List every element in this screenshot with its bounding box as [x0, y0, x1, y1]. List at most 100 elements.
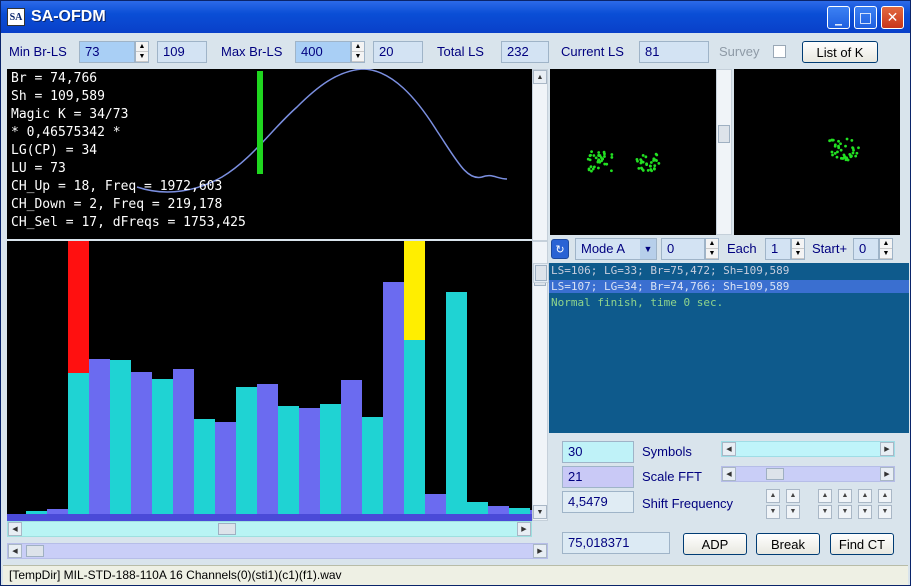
constellation-point — [603, 152, 606, 156]
scale-fft-slider[interactable]: ◀ ▶ — [721, 466, 895, 482]
constellation-point — [845, 137, 849, 141]
log-vscroll-thumb[interactable] — [535, 265, 547, 281]
constellation-point — [857, 146, 860, 150]
bar — [404, 340, 425, 514]
shift-spinner-3[interactable]: ▲ ▼ — [818, 489, 832, 519]
title-bar[interactable]: SA SA-OFDM _ □ ✕ — [1, 1, 910, 33]
constellation-point — [639, 161, 643, 165]
shift-frequency-value[interactable]: 4,5479 — [562, 491, 634, 513]
survey-checkbox[interactable] — [773, 45, 786, 58]
constellation-vscroll-thumb[interactable] — [718, 125, 730, 143]
bar — [341, 380, 362, 514]
bar-cap — [68, 241, 89, 373]
scroll-left-icon[interactable]: ◀ — [722, 442, 736, 456]
scroll-right-icon[interactable]: ▶ — [880, 467, 894, 481]
chart-hscroll-thumb-2[interactable] — [26, 545, 44, 557]
spectrum-vscroll[interactable]: ▲ — [532, 69, 548, 241]
constellation-point — [641, 169, 645, 172]
break-button[interactable]: Break — [756, 533, 820, 555]
log-line-finish: Normal finish, time 0 sec. — [551, 296, 724, 309]
window-title: SA-OFDM — [31, 8, 106, 25]
each-spinner[interactable]: ▲ ▼ — [791, 238, 805, 260]
start-label: Start+ — [812, 241, 848, 256]
constellation-point — [610, 155, 614, 159]
shift-spinner-5[interactable]: ▲ ▼ — [858, 489, 872, 519]
total-ls-value: 232 — [501, 41, 549, 63]
constellation-point — [641, 153, 645, 157]
constellation-point — [592, 154, 596, 157]
maximize-button[interactable]: □ — [854, 6, 877, 29]
constellation-point — [653, 167, 656, 171]
minimize-button[interactable]: _ — [827, 6, 850, 29]
constellation-point — [844, 158, 848, 162]
adp-button[interactable]: ADP — [683, 533, 747, 555]
bar — [110, 360, 131, 514]
symbols-label: Symbols — [642, 444, 692, 459]
bar — [68, 373, 89, 514]
scroll-down-icon[interactable]: ▼ — [533, 505, 547, 519]
chart-hscroll-thumb[interactable] — [218, 523, 236, 535]
each-input[interactable]: 1 — [765, 238, 791, 260]
main-window: SA SA-OFDM _ □ ✕ Min Br-LS 73 ▲ ▼ 109 Max… — [0, 0, 911, 586]
constellation-point — [839, 148, 843, 152]
constellation-point — [836, 150, 839, 154]
chart-hscroll-cyan[interactable]: ◀ ▶ — [7, 521, 532, 537]
scroll-left-icon[interactable]: ◀ — [722, 467, 736, 481]
constellation-point — [655, 153, 659, 157]
start-spinner[interactable]: ▲ ▼ — [879, 238, 893, 260]
shift-spinner-6[interactable]: ▲ ▼ — [878, 489, 892, 519]
close-button[interactable]: ✕ — [881, 6, 904, 29]
constellation-point — [839, 142, 842, 146]
constellation-point — [645, 162, 648, 166]
current-ls-label: Current LS — [561, 44, 624, 59]
max-brls-label: Max Br-LS — [221, 44, 283, 59]
mode-number-spinner[interactable]: ▲ ▼ — [705, 238, 719, 260]
start-input[interactable]: 0 — [853, 238, 879, 260]
constellation-left-svg — [586, 150, 661, 173]
max-brls-extra-field[interactable]: 20 — [373, 41, 423, 63]
bar — [89, 359, 110, 514]
scroll-left-icon[interactable]: ◀ — [8, 522, 22, 536]
bar — [320, 404, 341, 514]
constellation-point — [854, 154, 858, 158]
constellation-point — [652, 157, 656, 161]
scroll-left-icon[interactable]: ◀ — [8, 544, 22, 558]
scroll-right-icon[interactable]: ▶ — [880, 442, 894, 456]
constellation-left — [550, 69, 716, 235]
selection-marker — [257, 71, 263, 174]
info-line: CH_Up = 18, Freq = 1972,603 — [11, 179, 223, 194]
mode-select[interactable]: Mode A ▼ — [575, 238, 657, 260]
symbols-value[interactable]: 30 — [562, 441, 634, 463]
shift-spinner-2[interactable]: ▲ ▼ — [786, 489, 800, 519]
constellation-point — [594, 156, 598, 160]
min-brls-input[interactable]: 73 — [79, 41, 135, 63]
scroll-up-icon[interactable]: ▲ — [533, 70, 547, 84]
max-brls-input[interactable]: 400 — [295, 41, 351, 63]
chart-vscroll[interactable]: ▼ — [532, 241, 548, 521]
refresh-icon[interactable]: ↻ — [551, 239, 569, 259]
mode-number-input[interactable]: 0 — [661, 238, 705, 260]
constellation-point — [591, 167, 595, 171]
list-of-k-button[interactable]: List of K — [802, 41, 878, 63]
constellation-point — [610, 153, 614, 156]
chevron-down-icon[interactable]: ▼ — [640, 239, 656, 259]
scale-fft-value[interactable]: 21 — [562, 466, 634, 488]
constellation-point — [837, 144, 840, 148]
scale-fft-thumb[interactable] — [766, 468, 784, 480]
find-ct-button[interactable]: Find CT — [830, 533, 894, 555]
log-line-selected[interactable]: LS=107; LG=34; Br=74,766; Sh=109,589 — [549, 280, 909, 293]
constellation-point — [831, 138, 834, 142]
symbols-slider[interactable]: ◀ ▶ — [721, 441, 895, 457]
scroll-right-icon[interactable]: ▶ — [517, 522, 531, 536]
max-brls-spinner[interactable]: ▲ ▼ — [351, 41, 365, 63]
log-vscroll[interactable] — [533, 263, 549, 283]
shift-spinner-4[interactable]: ▲ ▼ — [838, 489, 852, 519]
chart-hscroll-purple[interactable]: ◀ ▶ — [7, 543, 548, 559]
min-brls-spinner[interactable]: ▲ ▼ — [135, 41, 149, 63]
bar-cap — [404, 241, 425, 340]
constellation-vscroll[interactable] — [716, 69, 732, 235]
log-line: LS=106; LG=33; Br=75,472; Sh=109,589 — [551, 264, 790, 277]
scroll-right-icon[interactable]: ▶ — [533, 544, 547, 558]
min-brls-extra-field[interactable]: 109 — [157, 41, 207, 63]
shift-spinner-1[interactable]: ▲ ▼ — [766, 489, 780, 519]
